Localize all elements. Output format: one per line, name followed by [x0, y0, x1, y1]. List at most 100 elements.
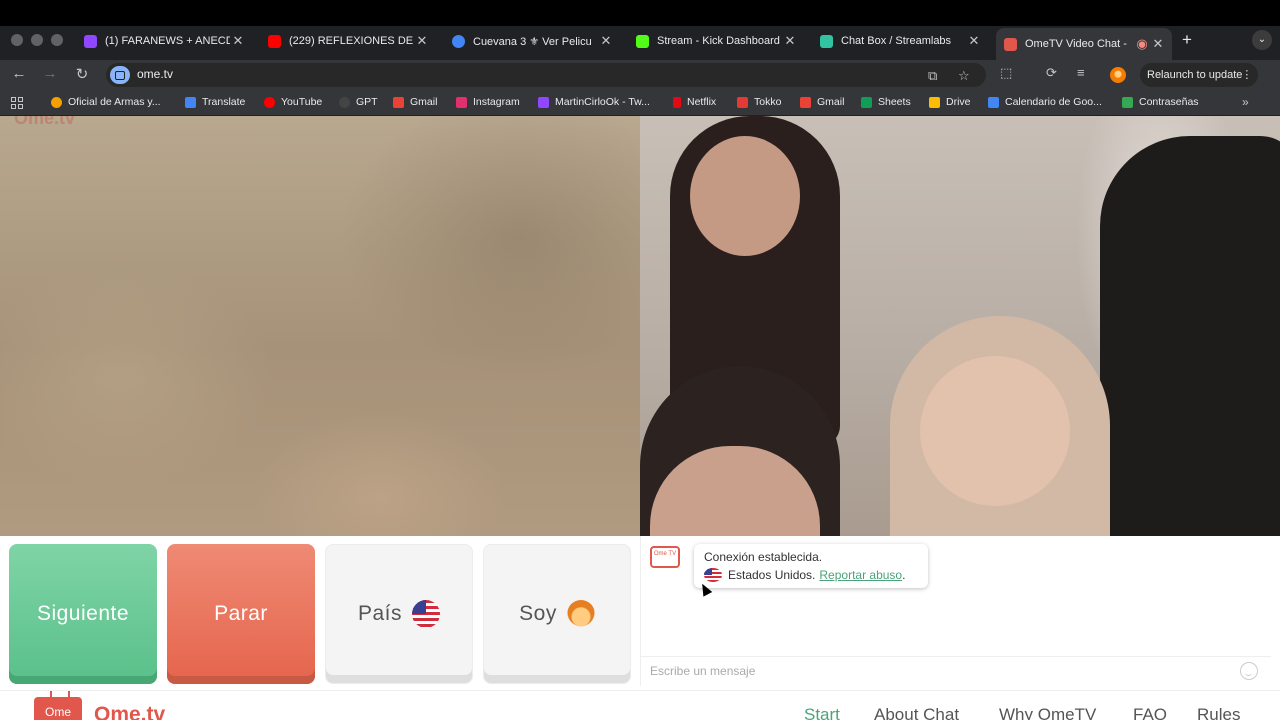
close-tab-icon[interactable]: ✕: [966, 33, 982, 49]
youtube-icon: [264, 96, 275, 108]
bookmark-label: Tokko: [754, 96, 782, 108]
stop-button-label: Parar: [214, 602, 268, 625]
bookmark-label: Contraseñas: [1139, 96, 1199, 108]
period-text: .: [902, 568, 906, 582]
bookmark-item[interactable]: Gmail: [393, 96, 437, 108]
bookmark-label: Translate: [202, 96, 246, 108]
next-button[interactable]: Siguiente: [9, 544, 157, 684]
profile-avatar-icon[interactable]: [1110, 67, 1126, 83]
forward-icon[interactable]: →: [40, 65, 60, 82]
tab-title: (1) FARANEWS + ANECD: [105, 35, 230, 47]
bookmark-item[interactable]: MartinCirloOk - Tw...: [538, 96, 650, 108]
bookmark-label: Sheets: [878, 96, 911, 108]
bookmark-star-icon[interactable]: ☆: [958, 68, 970, 84]
instagram-icon: [456, 96, 467, 108]
tab-title: (229) REFLEXIONES DE: [289, 35, 414, 47]
install-app-icon[interactable]: ⧉: [928, 68, 937, 84]
bookmark-item[interactable]: Translate: [185, 96, 245, 108]
bookmark-item[interactable]: Sheets: [861, 96, 911, 108]
connection-status-text: Conexión establecida.: [704, 550, 823, 564]
bookmark-item[interactable]: Drive: [929, 96, 971, 108]
emoji-picker-icon[interactable]: [1240, 662, 1258, 680]
browser-tab-strip: (1) FARANEWS + ANECD ✕ (229) REFLEXIONES…: [0, 0, 1280, 60]
browser-tab[interactable]: Cuevana 3 ⚜ Ver Pelicu ✕: [444, 28, 620, 54]
bookmark-item[interactable]: Oficial de Armas y...: [51, 96, 161, 108]
passwords-icon: [1122, 96, 1133, 108]
bookmark-item[interactable]: Instagram: [456, 96, 520, 108]
back-icon[interactable]: ←: [9, 65, 29, 82]
bookmark-label: Oficial de Armas y...: [68, 96, 161, 108]
ometv-chat-logo: Ome TV: [650, 546, 680, 568]
browser-tab[interactable]: (1) FARANEWS + ANECD ✕: [76, 28, 252, 54]
twitch-icon: [84, 34, 97, 48]
nav-start[interactable]: Start: [804, 705, 840, 720]
person-silhouette: [1100, 136, 1280, 536]
more-menu-icon[interactable]: ⋮: [1241, 63, 1252, 87]
new-tab-icon[interactable]: +: [1182, 30, 1192, 50]
country-button-label: País: [357, 602, 403, 625]
site-footer-header: Ome Ome.tv Start About Chat Why OmeTV FA…: [0, 690, 1280, 720]
close-tab-icon[interactable]: ✕: [782, 33, 798, 49]
tab-search-icon[interactable]: ⌄: [1252, 30, 1272, 50]
browser-tab[interactable]: (229) REFLEXIONES DE ✕: [260, 28, 436, 54]
bookmark-item[interactable]: Netflix: [673, 96, 716, 108]
close-tab-icon[interactable]: ✕: [1150, 36, 1166, 52]
browser-tab[interactable]: Chat Box / Streamlabs ✕: [812, 28, 988, 54]
tab-title: OmeTV Video Chat -: [1025, 38, 1127, 50]
bookmark-item[interactable]: GPT: [339, 96, 378, 108]
close-tab-icon[interactable]: ✕: [230, 33, 246, 49]
netflix-icon: [673, 96, 681, 108]
reload-icon[interactable]: ↻: [72, 65, 92, 83]
nav-about-chat[interactable]: About Chat: [874, 705, 959, 720]
tokko-icon: [737, 96, 748, 108]
translate-icon: [185, 96, 196, 108]
browser-tab-active[interactable]: OmeTV Video Chat - ◉ ✕: [996, 28, 1172, 60]
sheets-icon: [861, 96, 872, 108]
browser-tab[interactable]: Stream - Kick Dashboard ✕: [628, 28, 804, 54]
nav-why-ometv[interactable]: Why OmeTV: [999, 705, 1096, 720]
message-input[interactable]: [641, 656, 1271, 684]
nav-faq[interactable]: FAQ: [1133, 705, 1167, 720]
bookmark-label: Calendario de Goo...: [1005, 96, 1102, 108]
close-window-icon[interactable]: [11, 34, 23, 46]
gender-selector-button[interactable]: Soy: [483, 544, 631, 684]
streamlabs-icon: [820, 34, 833, 48]
us-flag-icon: [412, 600, 441, 628]
bookmark-item[interactable]: Calendario de Goo...: [988, 96, 1102, 108]
stop-button[interactable]: Parar: [167, 544, 315, 684]
bookmark-label: YouTube: [281, 96, 323, 108]
minimize-window-icon[interactable]: [31, 34, 43, 46]
bookmark-item[interactable]: Tokko: [737, 96, 781, 108]
relaunch-button[interactable]: Relaunch to update ⋮: [1140, 63, 1259, 87]
bookmark-item[interactable]: Gmail: [800, 96, 844, 108]
more-bookmarks-icon[interactable]: »: [1242, 95, 1249, 109]
bookmarks-bar: Oficial de Armas y... Translate YouTube …: [0, 90, 1280, 116]
address-url[interactable]: ome.tv: [137, 67, 173, 81]
maximize-window-icon[interactable]: [51, 34, 63, 46]
site-info-icon[interactable]: [110, 66, 130, 84]
woman-emoji-icon: [566, 600, 595, 628]
extensions-icon[interactable]: ⬚: [1000, 65, 1012, 81]
nav-rules[interactable]: Rules: [1197, 705, 1240, 720]
close-tab-icon[interactable]: ✕: [598, 33, 614, 49]
bookmark-label: Gmail: [410, 96, 438, 108]
bookmark-label: MartinCirloOk - Tw...: [555, 96, 650, 108]
extension-icon[interactable]: ⟳: [1046, 65, 1057, 81]
address-bar[interactable]: ome.tv ⧉ ☆: [106, 63, 986, 87]
ometv-logo-icon[interactable]: Ome: [34, 697, 82, 720]
bookmark-item[interactable]: Contraseñas: [1122, 96, 1199, 108]
gmail-icon: [393, 96, 404, 108]
system-message-bubble: Conexión establecida. Estados Unidos. Re…: [694, 544, 928, 588]
cuevana-icon: [452, 34, 465, 48]
apps-grid-icon[interactable]: [11, 97, 23, 109]
country-selector-button[interactable]: País: [325, 544, 473, 684]
report-abuse-link[interactable]: Reportar abuso: [819, 568, 902, 582]
us-flag-icon: [704, 568, 722, 582]
bookmark-item[interactable]: YouTube: [264, 96, 322, 108]
partner-country-text: Estados Unidos.: [728, 568, 816, 582]
media-controls-icon[interactable]: ≡: [1077, 65, 1085, 80]
site-logo-text[interactable]: Ome.tv: [94, 703, 165, 720]
close-tab-icon[interactable]: ✕: [414, 33, 430, 49]
local-video-feed: [0, 116, 640, 536]
relaunch-label: Relaunch to update: [1147, 69, 1243, 81]
